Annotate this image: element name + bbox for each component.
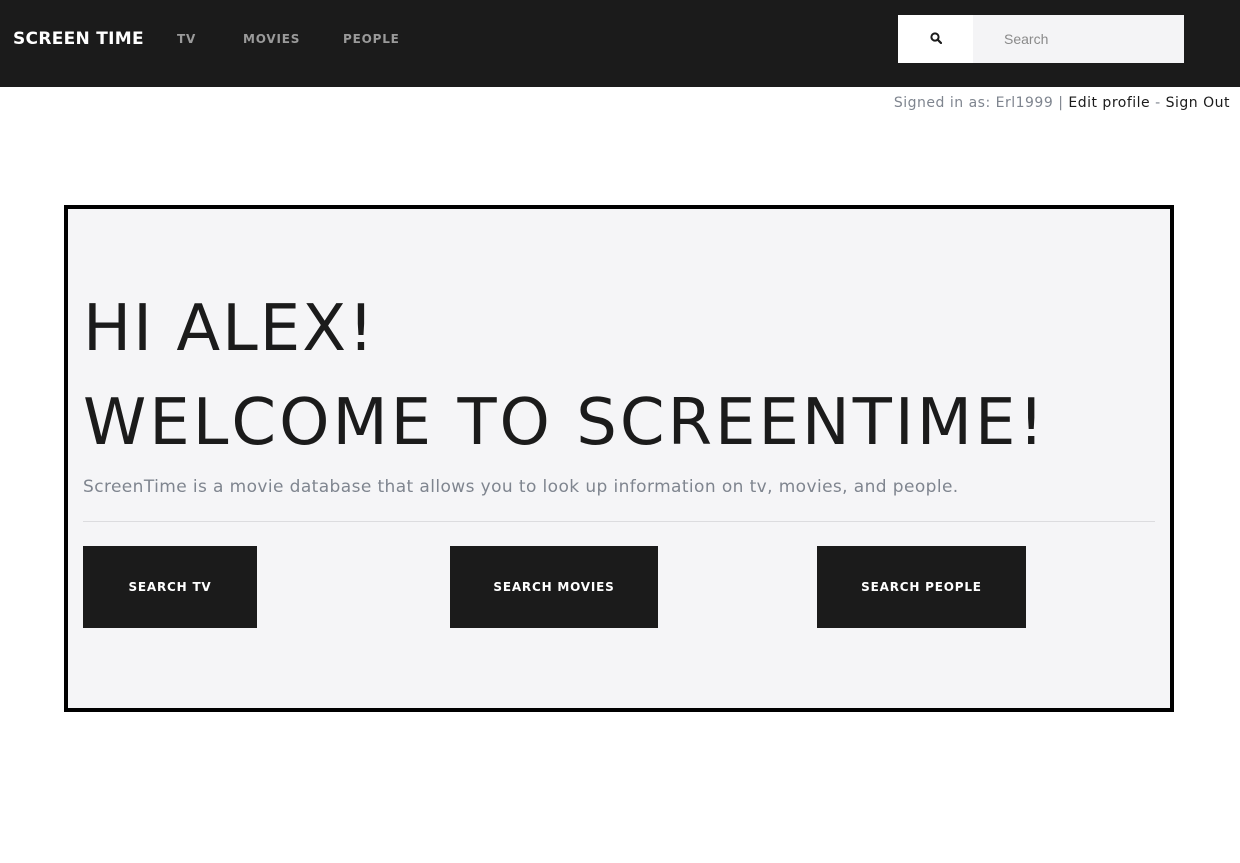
site-description: ScreenTime is a movie database that allo… — [83, 477, 959, 497]
greeting-heading: HI ALEX! — [83, 292, 376, 366]
welcome-jumbotron: HI ALEX! WELCOME TO SCREENTIME! ScreenTi… — [64, 205, 1174, 712]
sign-out-link[interactable]: Sign Out — [1166, 95, 1230, 111]
edit-profile-link[interactable]: Edit profile — [1068, 95, 1150, 111]
username: Erl1999 — [995, 95, 1054, 111]
nav-link-tv[interactable]: TV — [177, 31, 196, 47]
search-form — [898, 15, 1184, 63]
brand-logo-link[interactable]: SCREEN TIME — [13, 28, 144, 50]
separator: | — [1053, 95, 1069, 111]
welcome-heading: WELCOME TO SCREENTIME! — [83, 386, 1048, 460]
nav-link-people[interactable]: PEOPLE — [343, 31, 400, 47]
nav-link-movies[interactable]: MOVIES — [243, 31, 300, 47]
search-button[interactable] — [898, 15, 973, 63]
search-input[interactable] — [973, 15, 1184, 63]
search-icon — [929, 31, 942, 47]
search-people-button[interactable]: SEARCH PEOPLE — [817, 546, 1026, 628]
top-navbar: SCREEN TIME TV MOVIES PEOPLE — [0, 0, 1240, 87]
search-tv-button[interactable]: SEARCH TV — [83, 546, 257, 628]
search-movies-button[interactable]: SEARCH MOVIES — [450, 546, 658, 628]
user-status-bar: Signed in as: Erl1999 | Edit profile - S… — [894, 94, 1230, 112]
dash-separator: - — [1150, 95, 1166, 111]
signed-in-label: Signed in as: — [893, 95, 996, 111]
divider — [83, 521, 1155, 522]
